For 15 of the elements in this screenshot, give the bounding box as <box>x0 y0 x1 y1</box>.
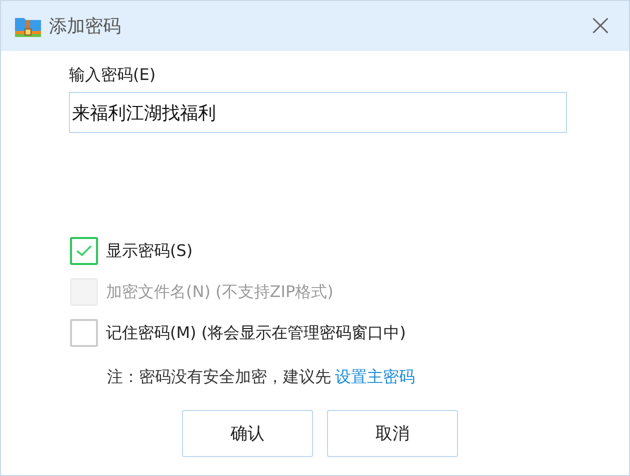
checkbox-label: 显示密码(S) <box>106 240 193 262</box>
checkbox[interactable] <box>70 237 98 265</box>
checkbox-label: 记住密码(M) (将会显示在管理密码窗口中) <box>106 322 406 344</box>
window-title: 添加密码 <box>49 15 122 38</box>
check-icon <box>76 245 92 257</box>
checkbox[interactable] <box>70 319 98 347</box>
password-field[interactable]: 来福利江湖找福利 <box>69 92 567 133</box>
note-text: 注：密码没有安全加密，建议先 <box>107 367 331 386</box>
archive-folder-icon <box>15 15 41 37</box>
close-button[interactable]: × <box>584 11 617 41</box>
dialog-button[interactable]: 取消 <box>327 410 458 457</box>
master-password-link[interactable]: 设置主密码 <box>335 367 415 386</box>
checkbox-label: 加密文件名(N) (不支持ZIP格式) <box>106 282 334 302</box>
field-label: 输入密码(E) <box>69 65 157 86</box>
dialog-button[interactable]: 确认 <box>182 410 313 457</box>
